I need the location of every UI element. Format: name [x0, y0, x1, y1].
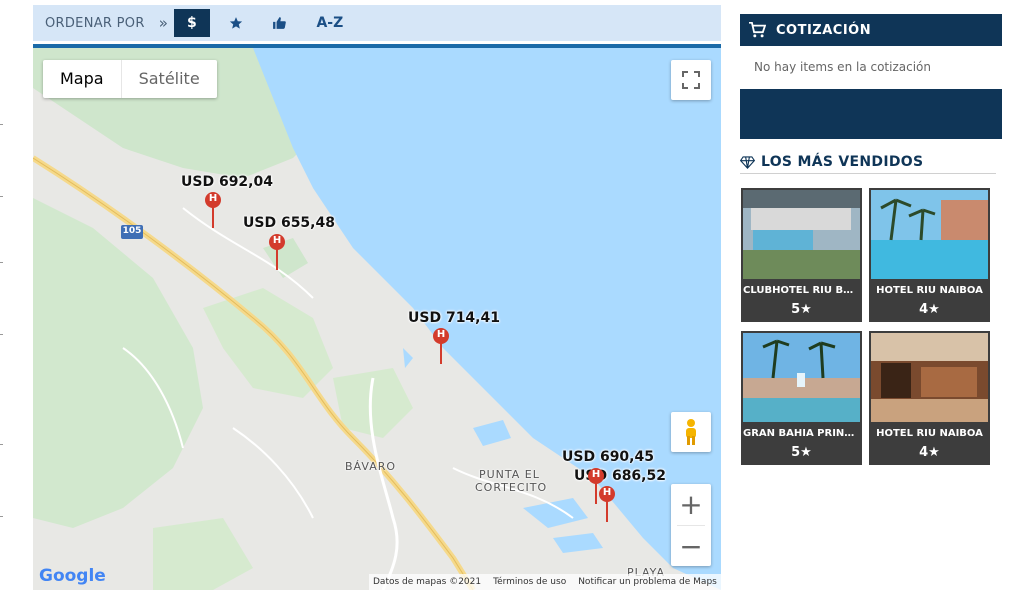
hotel-photo	[743, 190, 860, 279]
place-label: PUNTA EL	[479, 468, 540, 481]
hotel-card[interactable]: HOTEL RIU NAIBOA 4★	[869, 331, 990, 465]
sort-by-rating-button[interactable]	[218, 9, 254, 37]
place-label: BÁVARO	[345, 460, 397, 473]
quote-empty-message: No hay items en la cotización	[754, 60, 931, 74]
hotel-stars: 5★	[791, 302, 812, 317]
map-type-satellite[interactable]: Satélite	[120, 60, 217, 98]
quote-panel-header: COTIZACIÓN	[740, 14, 1002, 46]
hotel-name: HOTEL RIU NAIBOA	[876, 285, 983, 296]
hotel-card[interactable]: HOTEL RIU NAIBOA 4★	[869, 188, 990, 322]
edge-tick	[0, 124, 3, 125]
place-label: CORTECITO	[475, 481, 548, 494]
pin-letter: H	[208, 193, 218, 204]
sort-bar: ORDENAR POR » $ A-Z	[33, 5, 721, 41]
edge-tick	[0, 262, 3, 263]
fullscreen-icon	[682, 71, 700, 89]
hotel-photo-image	[743, 190, 860, 279]
hotel-photo-image	[743, 333, 860, 422]
hotel-card[interactable]: CLUBHOTEL RIU BAMBU 5★	[741, 188, 862, 322]
highway-number: 105	[122, 226, 142, 236]
edge-tick	[0, 196, 3, 197]
google-logo: Google	[39, 566, 106, 586]
highway-shield: 105	[121, 224, 143, 239]
map-type-toggle: Mapa Satélite	[43, 60, 217, 98]
hotel-map-pin[interactable]: H	[269, 234, 285, 270]
hotel-map-pin[interactable]: H	[433, 328, 449, 364]
price-label: USD 692,04	[181, 174, 273, 190]
map-attribution: Datos de mapas ©2021 Términos de uso Not…	[369, 574, 721, 590]
map-data-credit: Datos de mapas ©2021	[373, 577, 482, 587]
pin-letter: H	[272, 235, 282, 246]
hotel-map-pin[interactable]: H	[599, 486, 615, 522]
shopping-cart-icon	[749, 22, 766, 38]
price-label: USD 690,45	[562, 449, 654, 465]
hotel-stars: 5★	[791, 445, 812, 460]
terms-link[interactable]: Términos de uso	[493, 577, 566, 587]
thumbs-up-icon	[273, 17, 287, 29]
quote-title: COTIZACIÓN	[776, 22, 872, 38]
zoom-controls: + −	[671, 484, 711, 566]
hotel-card[interactable]: GRAN BAHIA PRINCIPE 5★	[741, 331, 862, 465]
pin-letter: H	[591, 469, 601, 480]
price-label: USD 714,41	[408, 310, 500, 326]
zoom-out-button[interactable]: −	[671, 526, 711, 567]
street-view-pegman[interactable]	[671, 412, 711, 452]
hotel-photo-image	[871, 333, 988, 422]
sort-by-price-button[interactable]: $	[173, 9, 210, 37]
pin-letter: H	[436, 329, 446, 340]
diamond-icon	[740, 155, 755, 169]
hotel-photo	[871, 333, 988, 422]
hotel-photo-image	[871, 190, 988, 279]
double-chevron-icon: »	[158, 14, 168, 32]
hotel-stars: 4★	[919, 302, 940, 317]
sort-label: ORDENAR POR	[45, 15, 145, 31]
best-sellers-title: LOS MÁS VENDIDOS	[761, 154, 924, 170]
edge-tick	[0, 334, 3, 335]
hotel-name: CLUBHOTEL RIU BAMBU	[743, 285, 860, 296]
hotel-map-pin[interactable]: H	[205, 192, 221, 228]
best-sellers-header: LOS MÁS VENDIDOS	[740, 151, 996, 174]
pegman-icon	[686, 419, 696, 445]
map-base-layer	[33, 48, 721, 590]
hotel-photo	[743, 333, 860, 422]
price-label: USD 655,48	[243, 215, 335, 231]
sort-by-popularity-button[interactable]	[262, 9, 298, 37]
hotel-name: HOTEL RIU NAIBOA	[876, 428, 983, 439]
quote-panel-footer	[740, 89, 1002, 139]
sort-alphabetical-button[interactable]: A-Z	[312, 9, 348, 37]
hotel-name: GRAN BAHIA PRINCIPE	[743, 428, 860, 439]
hotel-photo	[871, 190, 988, 279]
hotel-stars: 4★	[919, 445, 940, 460]
star-icon	[229, 17, 242, 29]
report-problem-link[interactable]: Notificar un problema de Maps	[578, 577, 717, 587]
fullscreen-button[interactable]	[671, 60, 711, 100]
map-view[interactable]: 105 Mapa Satélite + − BÁVARO PUNTA EL CO…	[33, 48, 721, 590]
pin-letter: H	[602, 487, 612, 498]
edge-tick	[0, 444, 3, 445]
zoom-in-button[interactable]: +	[671, 484, 711, 525]
edge-tick	[0, 516, 3, 517]
map-type-map[interactable]: Mapa	[43, 60, 121, 98]
